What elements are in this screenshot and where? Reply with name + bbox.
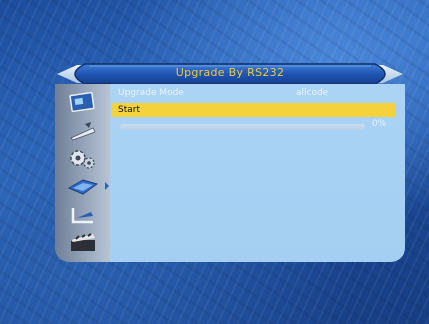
settings-gears-icon[interactable] (67, 148, 99, 170)
start-button[interactable]: Start (112, 103, 395, 117)
main-menu-icons (55, 84, 110, 262)
upgrade-settings-panel: Upgrade Mode allcode Start 0% (110, 84, 405, 262)
satellite-dish-icon[interactable] (67, 120, 99, 142)
selected-item-pointer (105, 182, 109, 190)
picture-icon[interactable] (67, 92, 99, 114)
start-label: Start (118, 105, 140, 115)
clapperboard-icon[interactable] (67, 232, 99, 254)
upgrade-mode-row[interactable]: Upgrade Mode allcode (114, 86, 401, 100)
dialog-title: Upgrade By RS232 (175, 66, 285, 79)
progress-percent: 0% (372, 119, 387, 129)
usb-media-icon[interactable] (67, 204, 99, 226)
system-tools-icon[interactable] (67, 176, 99, 198)
dialog-body: Upgrade Mode allcode Start 0% (55, 84, 405, 262)
title-bar: Upgrade By RS232 (55, 62, 405, 86)
upgrade-mode-label: Upgrade Mode (118, 88, 184, 98)
upgrade-mode-value: allcode (296, 88, 329, 98)
upgrade-progress-bar (120, 124, 365, 130)
upgrade-dialog: Upgrade By RS232 Upgrade Mode allcode St… (55, 62, 405, 262)
